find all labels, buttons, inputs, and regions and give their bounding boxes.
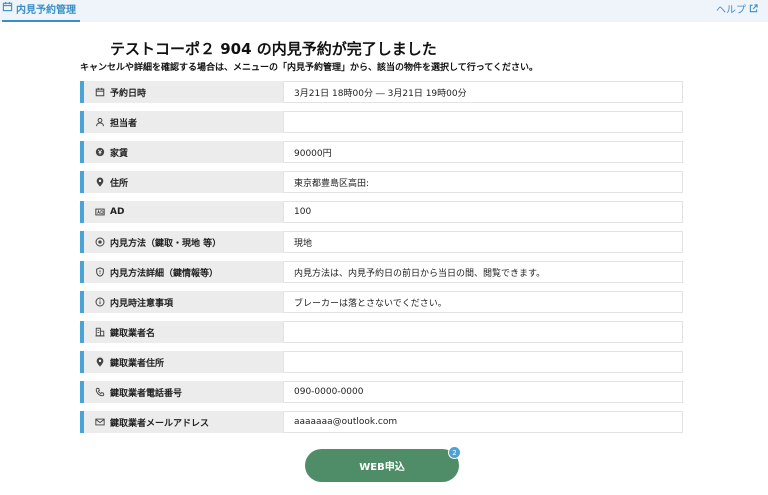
calendar-icon [95,87,105,97]
detail-row-datetime: 予約日時 3月21日 18時00分 ― 3月21日 19時00分 [80,81,683,103]
detail-label: 鍵取業者住所 [110,358,165,369]
detail-label-cell: 鍵取業者電話番号 [80,381,283,403]
detail-label: 鍵取業者電話番号 [110,388,183,399]
top-bar: 内見予約管理 ヘルプ [0,0,768,22]
help-link[interactable]: ヘルプ [716,1,758,16]
tab-label: 内見予約管理 [16,5,76,16]
calendar-icon [2,1,13,12]
notification-badge: 2 [448,446,461,459]
detail-label-cell: 内見時注意事項 [80,291,283,313]
detail-label: AD [110,207,125,217]
target-icon [95,237,105,247]
detail-label-cell: 住所 [80,171,283,193]
shield-icon [96,267,104,277]
detail-value: aaaaaaa@outlook.com [283,411,683,433]
page-subtitle: キャンセルや詳細を確認する場合は、メニューの「内見予約管理」から、該当の物件を選… [80,63,539,73]
detail-label-cell: 担当者 [80,111,283,133]
detail-value: 東京都豊島区高田: [283,171,683,193]
phone-icon [95,387,105,397]
detail-row-viewing-method: 内見方法（鍵取・現地 等） 現地 [80,231,683,253]
tab-viewing-management[interactable]: 内見予約管理 [2,0,80,22]
ad-card-icon [95,208,105,216]
help-label: ヘルプ [716,5,746,16]
detail-value [283,351,683,373]
detail-label-cell: 鍵取業者名 [80,321,283,343]
detail-value: 100 [283,201,683,223]
detail-row-staff: 担当者 [80,111,683,133]
location-pin-icon [96,177,104,187]
detail-value: 090-0000-0000 [283,381,683,403]
detail-value [283,321,683,343]
detail-label-cell: 鍵取業者住所 [80,351,283,373]
detail-row-key-company-address: 鍵取業者住所 [80,351,683,373]
detail-label-cell: 内見方法（鍵取・現地 等） [80,231,283,253]
detail-label: 予約日時 [110,88,147,99]
detail-row-key-company-name: 鍵取業者名 [80,321,683,343]
detail-label: 鍵取業者名 [110,328,156,339]
detail-label: 内見時注意事項 [110,298,174,309]
yen-coin-icon [95,147,105,157]
detail-value: 内見方法は、内見予約日の前日から当日の間、閲覧できます。 [283,261,683,283]
external-link-icon [749,4,758,13]
detail-label-cell: 予約日時 [80,81,283,103]
detail-value: 3月21日 18時00分 ― 3月21日 19時00分 [283,81,683,103]
detail-row-key-company-phone: 鍵取業者電話番号 090-0000-0000 [80,381,683,403]
tab-active-indicator [2,20,80,22]
detail-row-ad: AD 100 [80,201,683,223]
detail-row-rent: 家賃 90000円 [80,141,683,163]
detail-label-cell: AD [80,201,283,223]
detail-label: 担当者 [110,118,138,129]
location-pin-icon [96,357,104,367]
detail-label: 家賃 [110,148,129,159]
reservation-details-table: 予約日時 3月21日 18時00分 ― 3月21日 19時00分 担当者 家賃 … [80,81,683,441]
detail-row-address: 住所 東京都豊島区高田: [80,171,683,193]
web-apply-button[interactable]: WEB申込 [305,449,459,482]
detail-value: ブレーカーは落とさないでください。 [283,291,683,313]
info-icon [95,297,105,307]
detail-label: 内見方法（鍵取・現地 等） [110,238,222,249]
detail-label: 内見方法詳細（鍵情報等） [110,268,219,279]
detail-label-cell: 内見方法詳細（鍵情報等） [80,261,283,283]
detail-row-key-company-email: 鍵取業者メールアドレス aaaaaaa@outlook.com [80,411,683,433]
page-title: テストコーポ２ 904 の内見予約が完了しました [110,40,437,58]
detail-value: 90000円 [283,141,683,163]
detail-label-cell: 鍵取業者メールアドレス [80,411,283,433]
building-icon [95,327,105,337]
detail-row-viewing-method-details: 内見方法詳細（鍵情報等） 内見方法は、内見予約日の前日から当日の間、閲覧できます… [80,261,683,283]
detail-label: 住所 [110,178,129,189]
mail-icon [95,418,105,426]
detail-label-cell: 家賃 [80,141,283,163]
detail-row-viewing-notes: 内見時注意事項 ブレーカーは落とさないでください。 [80,291,683,313]
detail-value [283,111,683,133]
detail-value: 現地 [283,231,683,253]
detail-label: 鍵取業者メールアドレス [110,418,210,429]
person-icon [96,117,104,127]
